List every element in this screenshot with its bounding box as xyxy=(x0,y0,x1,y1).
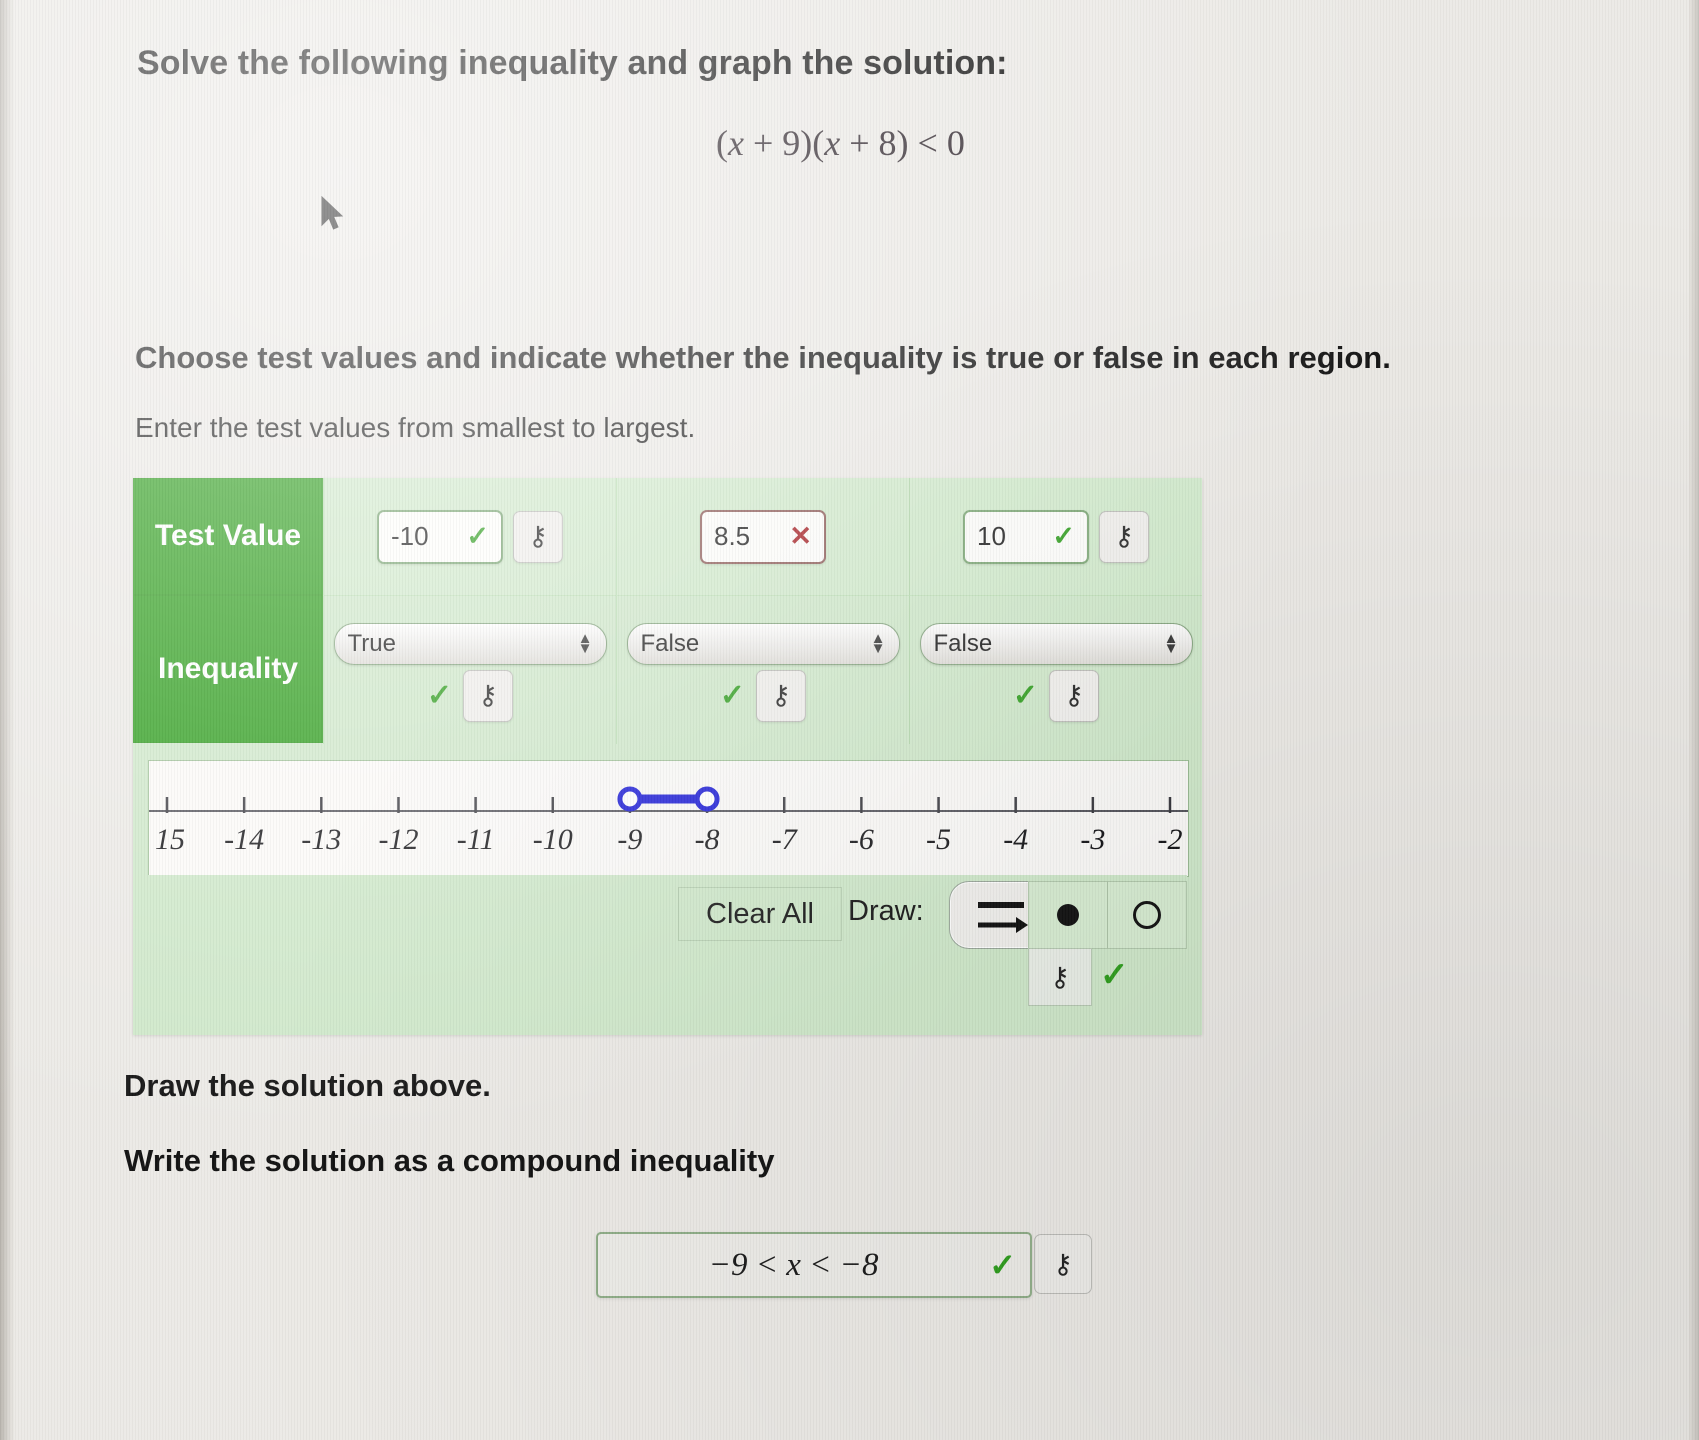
key-icon: ⚷ xyxy=(528,521,548,551)
test-value-input-1[interactable]: -10 ✓ xyxy=(377,509,503,564)
test-value-input-3[interactable]: 10 ✓ xyxy=(963,509,1089,564)
incorrect-cross-icon-2: ✕ xyxy=(789,521,812,551)
test-value-cell-1: -10 ✓ ⚷ xyxy=(323,478,616,595)
inequality-select-value-3: False xyxy=(933,629,993,657)
row-header-test-value: Test Value xyxy=(133,478,323,595)
inequality-select-2[interactable]: False ▲ ▼ xyxy=(626,622,900,665)
number-line-svg: 15 -14 -13 -12 -11 -10 -9 -8 -7 -6 -5 -4 -3 -2 xyxy=(149,786,1188,856)
compound-inequality-answer-field[interactable]: −9 < x < −8 ✓ xyxy=(596,1232,1032,1298)
test-value-cell-2: 8.5 ✕ xyxy=(616,478,909,595)
equation-display: (x + 9)(x + 8) < 0 xyxy=(716,123,965,163)
tick-label: -14 xyxy=(224,823,264,856)
test-value-text-3: 10 xyxy=(977,521,1006,551)
inequality-select-1[interactable]: True ▲ ▼ xyxy=(333,622,607,665)
tick-label: -9 xyxy=(617,823,642,856)
inequality-cell-1: True ▲ ▼ ✓ ⚷ xyxy=(323,595,616,744)
open-dot-tool-button[interactable] xyxy=(1107,881,1187,949)
table-row-inequality: Inequality True ▲ ▼ ✓ ⚷ False ▲ ▼ ✓ ⚷ Fa… xyxy=(133,595,1202,744)
inequality-select-value-2: False xyxy=(640,629,700,657)
segment-ray-icon xyxy=(978,902,1028,933)
answer-key-button-i3[interactable]: ⚷ xyxy=(1049,669,1100,722)
screen-bezel-right xyxy=(1689,0,1699,1440)
answer-value: −9 < x < −8 xyxy=(708,1246,879,1283)
test-value-input-2[interactable]: 8.5 ✕ xyxy=(700,509,826,564)
open-endpoint-left[interactable] xyxy=(617,786,643,812)
chevron-updown-icon: ▲ ▼ xyxy=(1163,630,1179,657)
correct-check-icon-i1: ✓ xyxy=(426,678,453,712)
number-line-graph[interactable]: 15 -14 -13 -12 -11 -10 -9 -8 -7 -6 -5 -4 -3 -2 xyxy=(148,760,1189,877)
key-icon: ⚷ xyxy=(478,680,498,710)
correct-check-icon-3: ✓ xyxy=(1052,521,1075,551)
section-note: Enter the test values from smallest to l… xyxy=(135,412,696,443)
write-instruction: Write the solution as a compound inequal… xyxy=(124,1143,775,1178)
open-dot-icon xyxy=(1133,901,1161,929)
key-icon: ⚷ xyxy=(771,680,791,710)
table-row-test-value: Test Value -10 ✓ ⚷ 8.5 ✕ 10 ✓ ⚷ xyxy=(133,478,1202,595)
test-value-text-2: 8.5 xyxy=(714,521,751,551)
inequality-select-value-1: True xyxy=(347,629,396,657)
tick-label: -4 xyxy=(1003,823,1028,856)
tick-label: 15 xyxy=(155,823,185,856)
correct-check-icon-i3: ✓ xyxy=(1012,678,1039,712)
answer-key-button-3[interactable]: ⚷ xyxy=(1099,510,1149,563)
tick-label-group: 15 -14 -13 -12 -11 -10 -9 -8 -7 -6 -5 -4 -3 -2 xyxy=(155,823,1183,856)
tick-label: -8 xyxy=(695,823,720,856)
key-icon: ⚷ xyxy=(1053,1248,1073,1279)
inequality-cell-3: False ▲ ▼ ✓ ⚷ xyxy=(909,595,1202,744)
correct-check-icon-answer: ✓ xyxy=(989,1247,1016,1283)
open-endpoint-right[interactable] xyxy=(694,786,720,812)
tick-label: -2 xyxy=(1158,823,1183,856)
test-value-cell-3: 10 ✓ ⚷ xyxy=(909,478,1202,595)
chevron-updown-icon: ▲ ▼ xyxy=(577,630,593,657)
key-icon: ⚷ xyxy=(1050,961,1070,992)
page-title: Solve the following inequality and graph… xyxy=(137,44,1008,82)
tick-label: -13 xyxy=(301,823,341,856)
answer-key-button-i2[interactable]: ⚷ xyxy=(756,669,807,722)
section-subtitle: Choose test values and indicate whether … xyxy=(135,340,1391,375)
correct-check-icon-1: ✓ xyxy=(466,521,489,551)
test-value-text-1: -10 xyxy=(391,521,429,551)
key-icon: ⚷ xyxy=(1064,680,1084,710)
answer-key-button-1[interactable]: ⚷ xyxy=(513,510,563,563)
clear-all-button[interactable]: Clear All xyxy=(678,887,842,941)
closed-dot-tool-button[interactable] xyxy=(1028,881,1108,949)
tick-label: -6 xyxy=(849,823,874,856)
solution-plot xyxy=(617,786,720,812)
answer-key-button-final[interactable]: ⚷ xyxy=(1034,1234,1092,1294)
draw-instruction: Draw the solution above. xyxy=(124,1068,491,1103)
tick-label: -12 xyxy=(378,823,418,856)
tick-label: -10 xyxy=(533,823,573,856)
key-icon: ⚷ xyxy=(1114,521,1134,551)
chevron-updown-icon: ▲ ▼ xyxy=(870,630,886,657)
inequality-select-3[interactable]: False ▲ ▼ xyxy=(919,622,1193,665)
draw-toolbar: Clear All Draw: ⚷ ✓ xyxy=(148,875,1187,1027)
draw-label: Draw: xyxy=(848,895,924,927)
closed-dot-icon xyxy=(1057,904,1079,926)
correct-check-icon-i2: ✓ xyxy=(719,678,746,712)
row-header-inequality: Inequality xyxy=(133,595,323,743)
answer-key-button-i1[interactable]: ⚷ xyxy=(463,669,514,722)
mouse-cursor-icon xyxy=(321,196,344,230)
tick-label: -11 xyxy=(457,823,495,856)
tick-label: -3 xyxy=(1080,823,1105,856)
screen-bezel-left xyxy=(0,0,14,1440)
correct-check-icon-graph: ✓ xyxy=(1100,956,1129,994)
tick-label: -7 xyxy=(772,823,799,856)
inequality-cell-2: False ▲ ▼ ✓ ⚷ xyxy=(616,595,909,744)
test-value-table: Test Value -10 ✓ ⚷ 8.5 ✕ 10 ✓ ⚷ Inequali… xyxy=(133,478,1202,1035)
tick-label: -5 xyxy=(926,823,951,856)
screen: Solve the following inequality and graph… xyxy=(0,0,1699,1440)
answer-key-button-graph[interactable]: ⚷ xyxy=(1028,948,1092,1006)
